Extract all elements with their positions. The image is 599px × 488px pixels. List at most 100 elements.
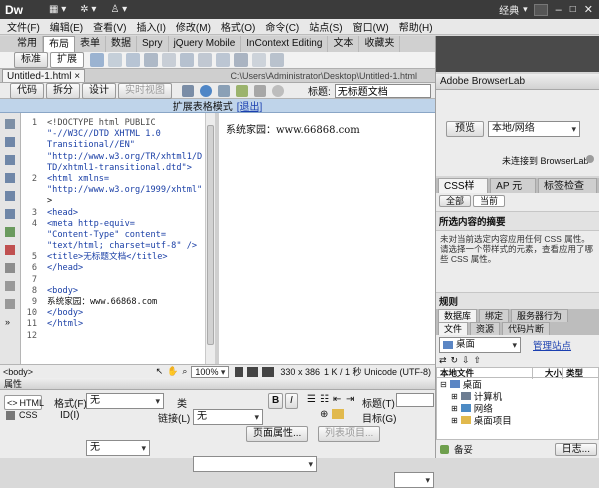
- link-select[interactable]: [193, 456, 317, 472]
- search-icon[interactable]: [533, 3, 548, 16]
- desktop-size-icon[interactable]: [262, 366, 275, 377]
- target-select[interactable]: [394, 472, 434, 488]
- standard-mode-button[interactable]: 标准: [14, 52, 48, 68]
- menu-item[interactable]: 窗口(W): [348, 19, 394, 34]
- menu-item[interactable]: 站点(S): [304, 19, 347, 34]
- title-input[interactable]: [334, 83, 431, 98]
- minimize-button[interactable]: –: [556, 4, 562, 16]
- tablet-size-icon[interactable]: [247, 366, 259, 377]
- table-icon[interactable]: [90, 53, 104, 67]
- split-view-button[interactable]: 拆分: [46, 82, 80, 99]
- mobile-size-icon[interactable]: [235, 366, 244, 377]
- spry-icon[interactable]: [216, 53, 230, 67]
- menu-item[interactable]: 查看(V): [88, 19, 131, 34]
- col-type[interactable]: 类型: [563, 367, 583, 379]
- get-files-icon[interactable]: ⇩: [462, 355, 470, 366]
- files-panel-tab[interactable]: 绑定: [479, 309, 510, 322]
- menu-item[interactable]: 帮助(H): [394, 19, 438, 34]
- page-properties-button[interactable]: 页面属性...: [246, 426, 309, 442]
- balance-braces-icon[interactable]: [5, 209, 15, 219]
- class-select[interactable]: 无: [193, 409, 263, 425]
- browserlab-source-select[interactable]: 本地/网络: [488, 121, 580, 137]
- tree-item[interactable]: ⊞ 计算机: [437, 390, 598, 404]
- close-button[interactable]: ✕: [584, 3, 593, 16]
- code-view-button[interactable]: 代码: [10, 82, 44, 99]
- document-tab[interactable]: Untitled-1.html ×: [2, 69, 86, 82]
- ordered-list-icon[interactable]: ☷: [320, 394, 329, 405]
- connect-icon[interactable]: ⇄: [439, 355, 447, 366]
- design-view[interactable]: 系统家园：www.66868.com: [219, 113, 435, 364]
- zoom-tool-icon[interactable]: ⌕: [182, 366, 187, 377]
- globe-icon[interactable]: [200, 84, 212, 97]
- browserlab-header[interactable]: Adobe BrowserLab: [436, 74, 599, 90]
- zoom-select[interactable]: 100%: [191, 365, 230, 378]
- exit-expanded-mode-link[interactable]: [退出]: [237, 98, 263, 113]
- multiscreen-icon[interactable]: [218, 84, 230, 97]
- point-to-file-icon[interactable]: ⊕: [320, 409, 328, 420]
- css-panel-tab[interactable]: 标签检查器: [537, 178, 597, 207]
- files-panel-tab[interactable]: 数据库: [438, 309, 478, 322]
- site-icon[interactable]: ♙ ▾: [110, 4, 127, 15]
- select-tool-icon[interactable]: ↖: [156, 366, 164, 377]
- refresh-files-icon[interactable]: ↻: [451, 355, 459, 366]
- css-all-tab[interactable]: 全部: [439, 194, 472, 207]
- expand-all-icon[interactable]: [5, 173, 15, 183]
- insert-tab[interactable]: Spry: [137, 36, 169, 52]
- browse-folder-icon[interactable]: [332, 409, 344, 419]
- insert-tab[interactable]: InContext Editing: [241, 36, 329, 52]
- wrap-icon[interactable]: [5, 263, 15, 273]
- list-item-button[interactable]: 列表项目...: [318, 426, 381, 442]
- refresh-icon[interactable]: [272, 84, 284, 97]
- gear-icon[interactable]: ✲ ▾: [80, 4, 96, 15]
- workspace-icon[interactable]: ▦ ▾: [49, 4, 66, 15]
- close-tab-icon[interactable]: ×: [74, 71, 80, 82]
- line-numbers-icon[interactable]: [5, 227, 15, 237]
- put-files-icon[interactable]: ⇧: [474, 355, 482, 366]
- col-icon[interactable]: [198, 53, 212, 67]
- files-panel-tab[interactable]: 代码片断: [502, 322, 551, 335]
- insert-tab[interactable]: 常用: [12, 36, 43, 52]
- insert-tab[interactable]: jQuery Mobile: [169, 36, 242, 52]
- window-size[interactable]: 330 x 386: [280, 367, 320, 377]
- outdent-icon[interactable]: ⇤: [333, 394, 341, 405]
- frame-icon[interactable]: [144, 53, 158, 67]
- indent-icon[interactable]: [5, 299, 15, 309]
- tree-item[interactable]: ⊞ 桌面项目: [437, 414, 598, 428]
- tag-selector[interactable]: <body>: [3, 367, 33, 377]
- visual-aids-icon[interactable]: [254, 84, 266, 97]
- italic-button[interactable]: I: [285, 393, 298, 409]
- layer-icon[interactable]: [126, 53, 140, 67]
- layout-switcher[interactable]: 经典: [499, 2, 519, 17]
- row-icon[interactable]: [180, 53, 194, 67]
- insert-tab[interactable]: 文本: [328, 36, 360, 52]
- code-scrollbar[interactable]: [205, 113, 215, 364]
- maximize-button[interactable]: □: [570, 4, 576, 15]
- col-size[interactable]: 大小: [533, 366, 563, 379]
- insert-tab[interactable]: 收藏夹: [359, 36, 401, 52]
- frames-icon[interactable]: [234, 53, 248, 67]
- files-panel-tab[interactable]: 资源: [470, 322, 501, 335]
- hand-tool-icon[interactable]: ✋: [167, 366, 178, 377]
- css-mode-button[interactable]: CSS: [6, 410, 38, 420]
- menu-item[interactable]: 编辑(E): [45, 19, 88, 34]
- files-panel-tab[interactable]: 文件: [438, 322, 469, 335]
- menu-icon[interactable]: [270, 53, 284, 67]
- insert-tab[interactable]: 布局: [43, 36, 75, 52]
- more-icon[interactable]: »: [5, 317, 15, 327]
- properties-header[interactable]: 属性: [0, 378, 435, 390]
- insert-tab[interactable]: 表单: [75, 36, 106, 52]
- code-view[interactable]: 1 <!DOCTYPE html PUBLIC "-//W3C//DTD XHTML…: [21, 113, 205, 364]
- css-current-tab[interactable]: 当前: [473, 194, 506, 207]
- live-view-button[interactable]: 实时视图: [118, 82, 172, 99]
- tree-item[interactable]: ⊟ 桌面: [437, 378, 598, 392]
- collapse-selection-icon[interactable]: [5, 155, 15, 165]
- col-local-files[interactable]: 本地文件: [437, 366, 533, 379]
- indent-icon-props[interactable]: ⇥: [346, 394, 354, 405]
- site-location-select[interactable]: 桌面: [439, 337, 521, 353]
- highlight-invalid-icon[interactable]: [5, 245, 15, 255]
- title-field[interactable]: [396, 393, 434, 407]
- unordered-list-icon[interactable]: ☰: [307, 394, 316, 405]
- tree-item[interactable]: ⊞ 网络: [437, 402, 598, 416]
- menu-item[interactable]: 格式(O): [216, 19, 260, 34]
- menu-item[interactable]: 文件(F): [2, 19, 45, 34]
